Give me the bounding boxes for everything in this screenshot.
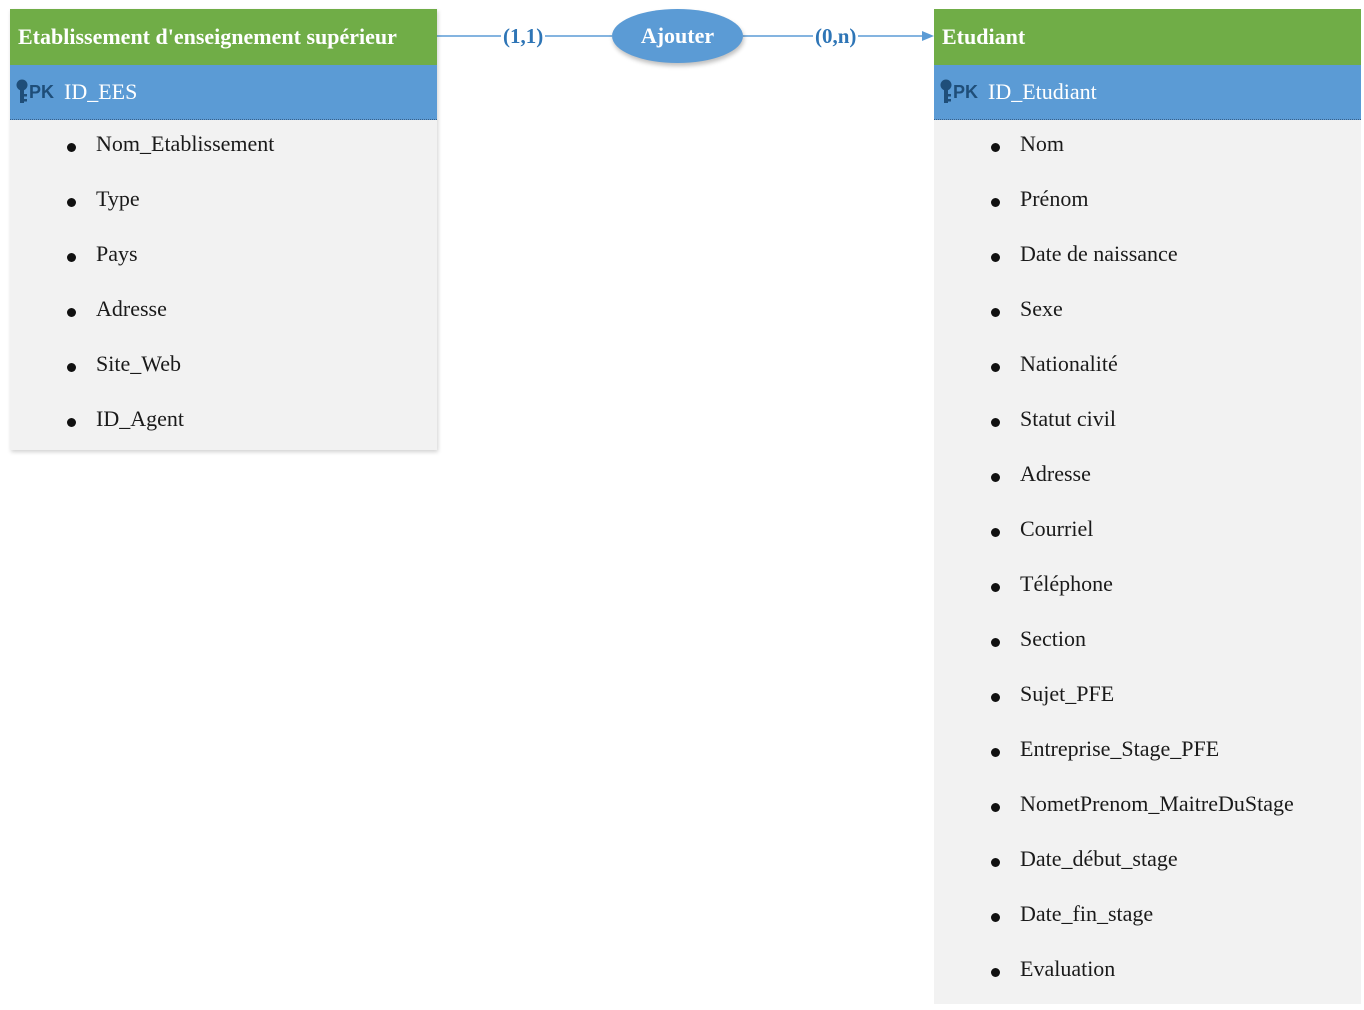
attribute-item: Site_Web (10, 350, 437, 405)
pk-marker: PK (29, 81, 55, 102)
bullet-icon (991, 143, 1000, 152)
attribute-name: Prénom (1020, 186, 1089, 211)
pk-marker: PK (953, 81, 979, 102)
attribute-item: ID_Agent (10, 405, 437, 460)
relationship-ajouter[interactable]: Ajouter (612, 9, 743, 63)
attribute-area: Nom_Etablissement Type Pays Adresse Site_Web… (10, 120, 437, 450)
attribute-name: Site_Web (96, 351, 181, 376)
attribute-item: Téléphone (934, 570, 1361, 625)
attribute-item: Sujet_PFE (934, 680, 1361, 735)
bullet-icon (67, 363, 76, 372)
bullet-icon (991, 913, 1000, 922)
entity-title: Etudiant (934, 9, 1361, 65)
bullet-icon (991, 583, 1000, 592)
attribute-name: Nationalité (1020, 351, 1118, 376)
attribute-name: Section (1020, 626, 1086, 651)
attribute-item: Pays (10, 240, 437, 295)
attribute-name: Sujet_PFE (1020, 681, 1115, 706)
cardinality-left: (1,1) (501, 22, 546, 50)
primary-key-row: PK ID_EES (10, 65, 437, 120)
bullet-icon (991, 968, 1000, 977)
bullet-icon (991, 693, 1000, 702)
attribute-item: Courriel (934, 515, 1361, 570)
attribute-area: Nom Prénom Date de naissance Sexe Nationalit… (934, 120, 1361, 1004)
bullet-icon (991, 858, 1000, 867)
entity-etudiant[interactable]: Etudiant PK ID_Etudiant Nom Prénom Date de… (934, 9, 1361, 1004)
attribute-item: Nom (934, 130, 1361, 185)
attribute-list: Nom Prénom Date de naissance Sexe Nationalit… (934, 130, 1361, 1010)
primary-key-name: ID_EES (64, 79, 138, 104)
bullet-icon (991, 638, 1000, 647)
bullet-icon (991, 363, 1000, 372)
attribute-name: Date de naissance (1020, 241, 1178, 266)
attribute-name: ID_Agent (96, 406, 184, 431)
attribute-item: Statut civil (934, 405, 1361, 460)
arrowhead-icon (922, 31, 934, 41)
bullet-icon (991, 308, 1000, 317)
relationship-label: Ajouter (640, 23, 715, 48)
attribute-item: Prénom (934, 185, 1361, 240)
bullet-icon (991, 528, 1000, 537)
attribute-name: Téléphone (1020, 571, 1113, 596)
attribute-list: Nom_Etablissement Type Pays Adresse Site_Web… (10, 130, 437, 460)
bullet-icon (991, 418, 1000, 427)
attribute-item: Section (934, 625, 1361, 680)
bullet-icon (67, 143, 76, 152)
attribute-item: Nationalité (934, 350, 1361, 405)
attribute-name: Type (96, 186, 140, 211)
attribute-name: Nom (1020, 131, 1064, 156)
attribute-name: Sexe (1020, 296, 1063, 321)
attribute-item: Evaluation (934, 955, 1361, 1010)
attribute-item: Adresse (934, 460, 1361, 515)
primary-key-name: ID_Etudiant (988, 79, 1097, 104)
attribute-item: Nom_Etablissement (10, 130, 437, 185)
primary-key-row: PK ID_Etudiant (934, 65, 1361, 120)
attribute-name: Nom_Etablissement (96, 131, 275, 156)
attribute-name: Pays (96, 241, 138, 266)
attribute-name: Date_fin_stage (1020, 901, 1154, 926)
attribute-item: Adresse (10, 295, 437, 350)
bullet-icon (991, 253, 1000, 262)
bullet-icon (991, 748, 1000, 757)
attribute-name: Entreprise_Stage_PFE (1020, 736, 1220, 761)
attribute-item: Sexe (934, 295, 1361, 350)
bullet-icon (67, 418, 76, 427)
entity-title: Etablissement d'enseignement supérieur (10, 9, 437, 65)
bullet-icon (67, 253, 76, 262)
attribute-item: NometPrenom_MaitreDuStage (934, 790, 1361, 845)
bullet-icon (991, 803, 1000, 812)
key-icon: PK (16, 79, 54, 105)
bullet-icon (67, 308, 76, 317)
attribute-name: Courriel (1020, 516, 1094, 541)
attribute-name: Adresse (96, 296, 167, 321)
attribute-name: Date_début_stage (1020, 846, 1178, 871)
attribute-item: Entreprise_Stage_PFE (934, 735, 1361, 790)
attribute-name: NometPrenom_MaitreDuStage (1020, 791, 1294, 816)
bullet-icon (991, 473, 1000, 482)
bullet-icon (991, 198, 1000, 207)
bullet-icon (67, 198, 76, 207)
entity-etablissement[interactable]: Etablissement d'enseignement supérieur P… (10, 9, 437, 450)
attribute-item: Type (10, 185, 437, 240)
attribute-item: Date de naissance (934, 240, 1361, 295)
key-icon: PK (940, 79, 978, 105)
attribute-name: Evaluation (1020, 956, 1116, 981)
cardinality-right: (0,n) (813, 22, 859, 50)
attribute-name: Statut civil (1020, 406, 1116, 431)
attribute-item: Date_début_stage (934, 845, 1361, 900)
attribute-item: Date_fin_stage (934, 900, 1361, 955)
attribute-name: Adresse (1020, 461, 1091, 486)
